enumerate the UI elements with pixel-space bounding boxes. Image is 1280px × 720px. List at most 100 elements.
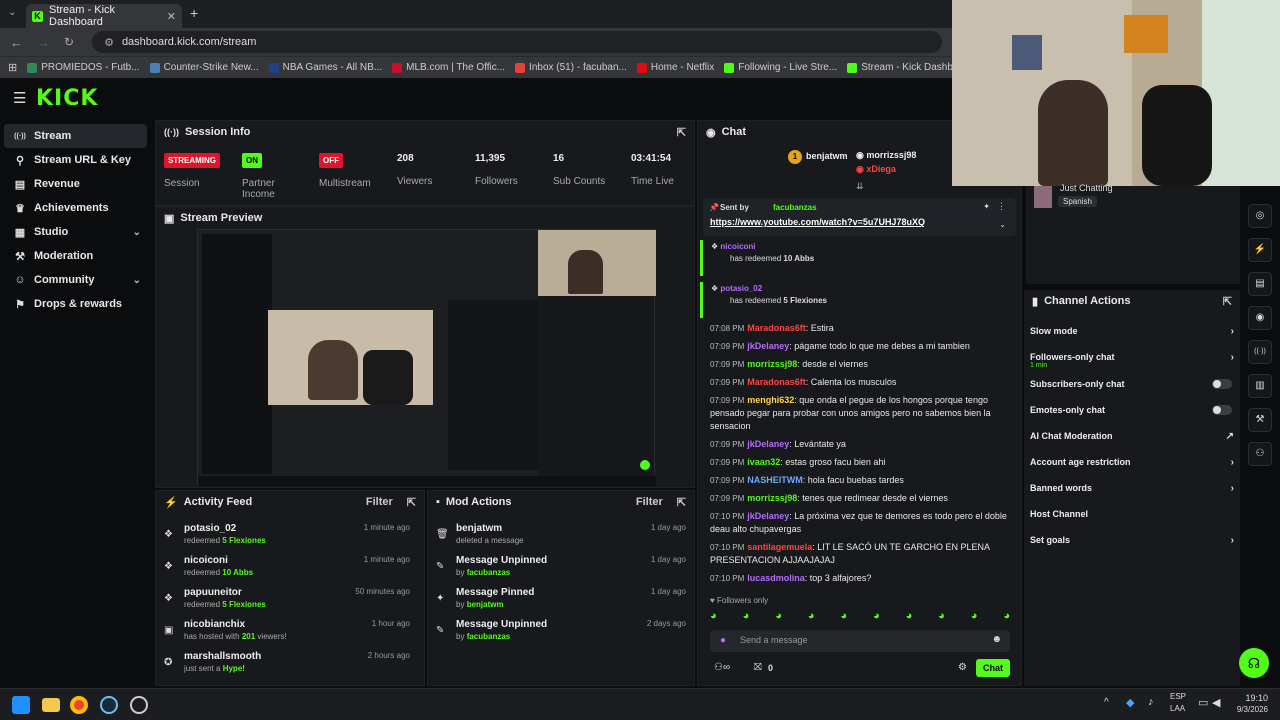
emote-icon[interactable]: ◕ (710, 610, 717, 626)
close-tab-icon[interactable]: ✕ (167, 10, 176, 23)
tray-chevron-icon[interactable]: ^ (1104, 697, 1109, 708)
channel-action-subscribers-only-chat[interactable]: Subscribers-only chat (1030, 379, 1232, 389)
chat-message[interactable]: 07:09 PM menghi632: que onda el pegue de … (710, 394, 1010, 433)
steam-icon[interactable] (100, 696, 118, 714)
pinned-more-icon[interactable]: ⋮ (997, 201, 1006, 212)
windows-start-icon[interactable] (12, 696, 30, 714)
chat-message[interactable]: 07:09 PM NASHEITWM: hola facu buebas tard… (710, 474, 1010, 487)
tray-app-icon[interactable]: ◆ (1126, 696, 1134, 709)
volume-icon[interactable]: ◀ (1212, 696, 1220, 709)
activity-username[interactable]: nicobianchix (184, 619, 245, 630)
clock-date[interactable]: 9/3/2026 (1237, 705, 1268, 714)
bookmark-item[interactable]: MLB.com | The Offic... (392, 62, 505, 73)
chat-message[interactable]: 07:09 PM ivaan32: estas groso facu bien a… (710, 456, 1010, 469)
url-field[interactable]: ⚙ dashboard.kick.com/stream (92, 31, 942, 53)
emoji-icon[interactable]: ☻ (991, 634, 1002, 645)
message-username[interactable]: ivaan32 (747, 457, 780, 467)
hamburger-menu-icon[interactable]: ☰ (13, 89, 26, 107)
mod-action-row[interactable]: ✎ Message Unpinned by facubanzas 2 days ago (428, 619, 694, 651)
activity-row[interactable]: ▣ nicobianchix has hosted with 201 viewers… (156, 619, 418, 651)
mic-tray-icon[interactable]: ♪ (1148, 696, 1154, 708)
pinned-sender[interactable]: facubanzas (773, 203, 817, 212)
chat-message[interactable]: 07:10 PM lucasdmolina: top 3 alfajores? (710, 572, 1010, 585)
mod-action-row[interactable]: ✦ Message Pinned by benjatwm 1 day ago (428, 587, 694, 619)
clock-time[interactable]: 19:10 (1245, 693, 1268, 703)
chat-settings-icon[interactable]: ⚙ (958, 662, 967, 673)
mod-popout-icon[interactable]: ⇱ (677, 496, 686, 509)
activity-username[interactable]: potasio_02 (184, 523, 236, 534)
sidebar-item-studio[interactable]: ▦ Studio ⌄ (4, 220, 147, 244)
emote-icon[interactable]: ◕ (808, 610, 815, 626)
sidebar-item-stream[interactable]: ((·)) Stream (4, 124, 147, 148)
language-bottom[interactable]: LAA (1170, 704, 1185, 713)
wrench-icon[interactable]: ⚒ (1248, 408, 1272, 432)
camera-icon[interactable]: ◎ (1248, 204, 1272, 228)
channel-action-emotes-only-chat[interactable]: Emotes-only chat (1030, 405, 1232, 415)
chat-message[interactable]: 07:09 PM jkDelaney: Levántate ya (710, 438, 1010, 451)
file-explorer-icon[interactable] (42, 698, 60, 712)
document-icon[interactable]: ▤ (1248, 272, 1272, 296)
unpin-icon[interactable]: ✦ (983, 202, 990, 211)
message-username[interactable]: lucasdmolina (747, 573, 805, 583)
back-icon[interactable]: ← (10, 35, 23, 50)
bookmark-item[interactable]: Stream - Kick Dashb... (847, 62, 952, 73)
language-top[interactable]: ESP (1170, 692, 1186, 701)
chat-message[interactable]: 07:09 PM morrizssj98: tenes que redimear … (710, 492, 1010, 505)
emote-icon[interactable]: ◕ (743, 610, 750, 626)
broadcast-icon[interactable]: ((·)) (1248, 340, 1272, 364)
emote-icon[interactable]: ◕ (840, 610, 847, 626)
message-username[interactable]: NASHEITWM (747, 475, 803, 485)
channel-action-set-goals[interactable]: Set goals › (1030, 535, 1234, 546)
chrome-icon[interactable] (70, 696, 88, 714)
top-gifter[interactable]: ◉ morrizssj98 (856, 150, 916, 161)
bookmark-item[interactable]: PROMIEDOS - Futb... (27, 62, 140, 73)
bookmark-item[interactable]: Inbox (51) - facuban... (515, 62, 627, 73)
message-username[interactable]: jkDelaney (747, 439, 789, 449)
activity-username[interactable]: marshallsmooth (184, 651, 261, 662)
sidebar-item-achievements[interactable]: ♛ Achievements (4, 196, 147, 220)
chat-input[interactable]: ● Send a message ☻ (710, 630, 1010, 652)
emote-icon[interactable]: ◕ (1003, 610, 1010, 626)
sidebar-item-community[interactable]: ☺ Community ⌄ (4, 268, 147, 292)
chat-message[interactable]: 07:08 PM Maradonas6ft: Estira (710, 322, 1010, 335)
gift-icon[interactable]: ⛝ (754, 662, 762, 673)
popout-icon[interactable]: ⇱ (677, 126, 686, 139)
channel-action-slow-mode[interactable]: Slow mode › (1030, 326, 1234, 337)
message-username[interactable]: menghi632 (747, 395, 794, 405)
channel-action-ai-chat-moderation[interactable]: AI Chat Moderation ↗ (1030, 431, 1234, 442)
mod-action-row[interactable]: ✎ Message Unpinned by facubanzas 1 day ago (428, 555, 694, 587)
site-info-icon[interactable]: ⚙ (104, 36, 114, 49)
message-username[interactable]: santilagemuela (747, 542, 812, 552)
tab-list-icon[interactable]: ⌄ (8, 7, 16, 18)
sidebar-item-moderation[interactable]: ⚒ Moderation (4, 244, 147, 268)
toggle-switch[interactable] (1212, 379, 1232, 389)
pinned-message[interactable]: 📌 Sent by facubanzas https://www.youtube… (703, 198, 1016, 236)
mod-filter-button[interactable]: Filter (636, 496, 663, 508)
chat-message[interactable]: 07:09 PM morrizssj98: desde el viernes (710, 358, 1010, 371)
mic-icon[interactable]: ● (720, 635, 726, 646)
toggle-switch[interactable] (1212, 405, 1232, 415)
mod-action-user[interactable]: facubanzas (467, 568, 511, 577)
bookmark-item[interactable]: Home - Netflix (636, 62, 714, 73)
chat-message[interactable]: 07:10 PM santilagemuela: LIT LE SACÓ UN T… (710, 541, 1010, 567)
new-tab-icon[interactable]: + (190, 5, 198, 21)
emote-icon[interactable]: ◕ (938, 610, 945, 626)
sidebar-item-revenue[interactable]: ▤ Revenue (4, 172, 147, 196)
message-username[interactable]: jkDelaney (747, 511, 789, 521)
help-support-icon[interactable]: ☊ (1239, 648, 1269, 678)
activity-username[interactable]: nicoiconi (184, 555, 228, 566)
channel-action-followers-only-chat[interactable]: Followers-only chat 1 min › (1030, 352, 1234, 369)
emote-icon[interactable]: ◕ (971, 610, 978, 626)
message-username[interactable]: Maradonas6ft (747, 323, 806, 333)
activity-row[interactable]: ❖ nicoiconi redeemed 10 Abbs 1 minute ago (156, 555, 418, 587)
message-username[interactable]: morrizssj98 (747, 359, 797, 369)
bookmark-item[interactable]: Following - Live Stre... (724, 62, 837, 73)
send-chat-button[interactable]: Chat (976, 659, 1010, 677)
sidebar-item-drops-rewards[interactable]: ⚑ Drops & rewards (4, 292, 147, 316)
activity-row[interactable]: ❖ potasio_02 redeemed 5 Flexiones 1 minute… (156, 523, 418, 555)
redeem-user[interactable]: potasio_02 (720, 284, 762, 293)
redeem-user[interactable]: nicoiconi (720, 242, 755, 251)
sidebar-item-stream-url-key[interactable]: ⚲ Stream URL & Key (4, 148, 147, 172)
browser-tab[interactable]: K Stream - Kick Dashboard ✕ (26, 4, 182, 28)
message-username[interactable]: jkDelaney (747, 341, 789, 351)
